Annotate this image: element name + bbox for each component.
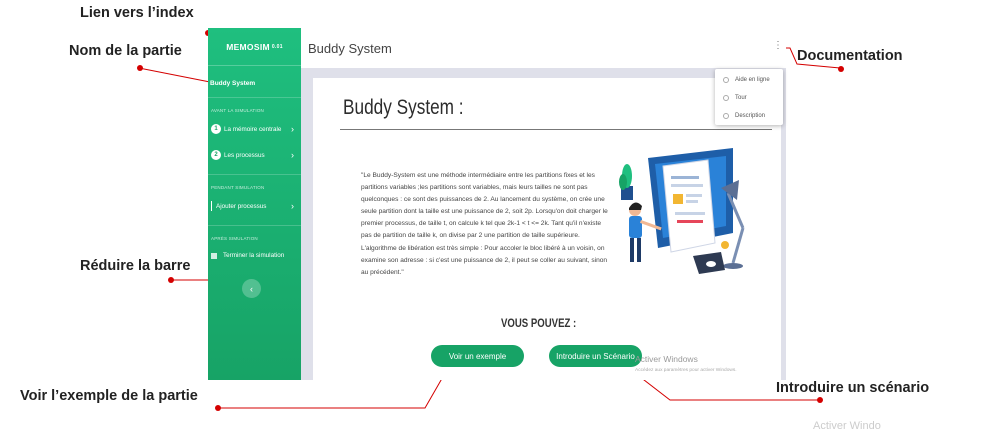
introduire-scenario-button[interactable]: Introduire un Scénario — [549, 345, 642, 367]
section-after: APRÈS SIMULATION — [211, 236, 258, 241]
sidebar-item-label: La mémoire centrale — [224, 125, 282, 133]
sidebar-item-processus[interactable]: 2 Les processus › — [208, 144, 301, 166]
illustration — [619, 148, 745, 274]
faint-watermark: Activer Windo — [813, 420, 881, 429]
menu-item-description[interactable]: Description — [715, 108, 783, 123]
menu-item-tour[interactable]: Tour — [715, 90, 783, 105]
vous-pouvez-heading: VOUS POUVEZ : — [501, 316, 577, 330]
callout-part-name: Nom de la partie — [69, 43, 182, 59]
content-card: Buddy System : "Le Buddy-System est une … — [313, 78, 781, 380]
step-1-badge: 1 — [211, 124, 221, 134]
voir-exemple-button[interactable]: Voir un exemple — [431, 345, 524, 367]
menu-item-aide[interactable]: Aide en ligne — [715, 72, 783, 87]
main-area: Buddy System : "Le Buddy-System est une … — [301, 68, 786, 380]
brand-version: 0.01 — [271, 43, 283, 50]
chevron-right-icon: › — [291, 201, 294, 211]
brand-link[interactable]: MEMOSIM 0.01 — [208, 28, 301, 66]
callout-documentation: Documentation — [797, 48, 903, 64]
menu-item-label: Description — [735, 112, 766, 119]
callout-example-dot — [215, 405, 221, 411]
sidebar-item-label: Ajouter processus — [216, 202, 267, 210]
brand-name: MEMOSIM — [226, 41, 270, 52]
collapse-sidebar-button[interactable]: ‹ — [242, 279, 261, 298]
tour-icon — [723, 94, 729, 101]
menu-item-label: Tour — [735, 94, 747, 101]
callout-documentation-dot — [838, 66, 844, 72]
callout-collapse: Réduire la barre — [80, 258, 191, 274]
section-before: AVANT LA SIMULATION — [211, 108, 264, 113]
page-title: Buddy System — [308, 40, 392, 56]
chevron-right-icon: › — [291, 150, 294, 160]
section-during: PENDANT SIMULATION — [211, 185, 265, 190]
activation-watermark: Activer Windows — [635, 354, 698, 364]
bar-icon — [211, 201, 212, 211]
part-name: Buddy System — [208, 66, 301, 98]
document-icon — [723, 112, 729, 119]
callout-collapse-dot — [168, 277, 174, 283]
chevron-left-icon: ‹ — [250, 283, 253, 294]
description-text: "Le Buddy-System est une méthode intermé… — [361, 172, 608, 276]
title-divider — [340, 129, 772, 130]
sidebar-item-ajouter[interactable]: Ajouter processus › — [208, 195, 301, 217]
sidebar-item-label: Terminer la simulation — [223, 252, 285, 259]
card-title: Buddy System : — [343, 96, 464, 119]
callout-example: Voir l’exemple de la partie — [20, 388, 198, 404]
activation-watermark-sub: Accédez aux paramètres pour activer Wind… — [635, 368, 737, 373]
callout-scenario-dot — [817, 397, 823, 403]
menu-item-label: Aide en ligne — [735, 76, 770, 83]
chevron-right-icon: › — [291, 124, 294, 134]
documentation-menu: Aide en ligne Tour Description — [715, 69, 783, 125]
help-icon — [723, 76, 729, 83]
kebab-menu-icon: ⋮ — [773, 40, 783, 51]
callout-scenario: Introduire un scénario — [776, 380, 930, 396]
topbar: Buddy System — [301, 28, 786, 68]
sidebar-item-terminer[interactable]: Terminer la simulation — [208, 246, 301, 265]
documentation-button[interactable]: ⋮ — [773, 40, 783, 51]
step-2-badge: 2 — [211, 150, 221, 160]
sidebar-item-label: Les processus — [224, 151, 265, 159]
callout-part-name-dot — [137, 65, 143, 71]
sidebar-item-memoire[interactable]: 1 La mémoire centrale › — [208, 118, 301, 140]
stop-icon — [211, 252, 217, 259]
sidebar: MEMOSIM 0.01 Buddy System AVANT LA SIMUL… — [208, 28, 301, 380]
callout-index: Lien vers l’index — [80, 5, 194, 21]
